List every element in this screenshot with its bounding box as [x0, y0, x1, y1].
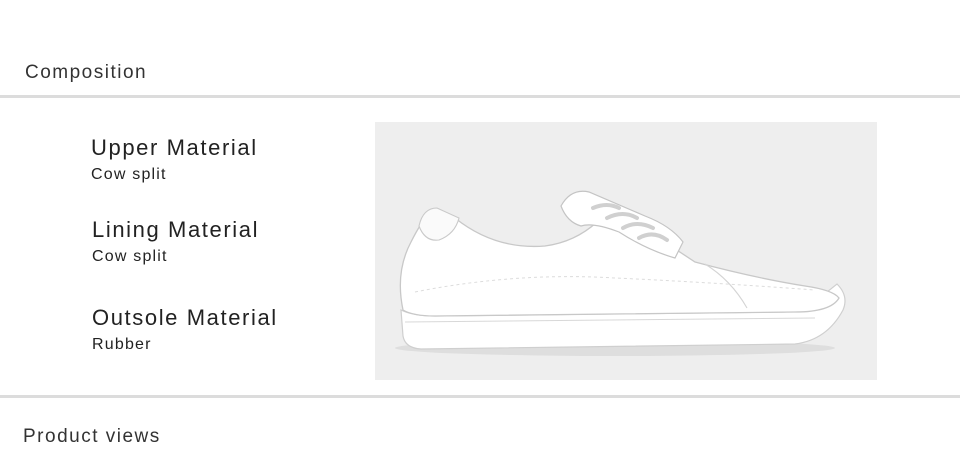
section-title-composition: Composition: [25, 62, 148, 83]
section-divider: [0, 95, 960, 98]
sneaker-illustration: [375, 122, 877, 380]
spec-upper-material-label: Upper Material: [91, 135, 258, 160]
spec-outsole-material-label: Outsole Material: [92, 305, 278, 330]
section-divider: [0, 395, 960, 398]
section-title-product-views: Product views: [23, 426, 161, 447]
product-image: [375, 122, 877, 380]
spec-lining-material-value: Cow split: [92, 248, 168, 265]
spec-lining-material-label: Lining Material: [92, 217, 260, 242]
spec-outsole-material-value: Rubber: [92, 336, 152, 353]
spec-upper-material-value: Cow split: [91, 166, 167, 183]
